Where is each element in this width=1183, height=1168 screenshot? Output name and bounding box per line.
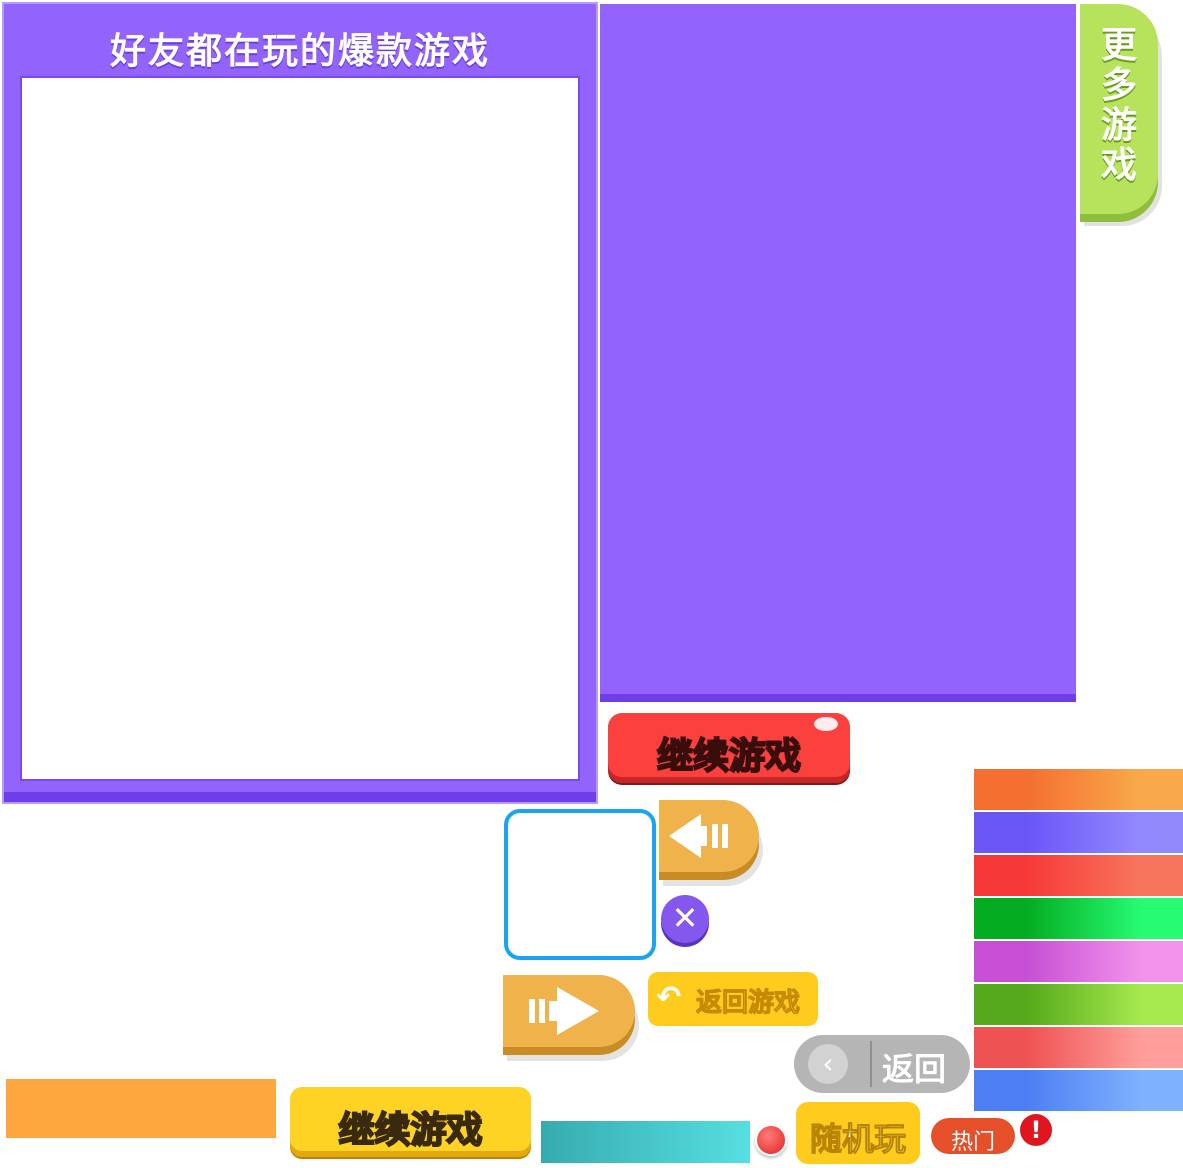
- gradient-strip: [974, 769, 1183, 810]
- button-gloss: [814, 717, 838, 731]
- gradient-strip: [974, 812, 1183, 853]
- hot-badge: 热门: [931, 1118, 1015, 1155]
- arrow-right-icon: [529, 987, 599, 1035]
- divider: [870, 1041, 872, 1087]
- return-to-game-button[interactable]: ↶ 返回游戏: [648, 972, 818, 1026]
- continue-game-label: 继续游戏: [337, 1109, 483, 1152]
- return-icon: ↶: [656, 980, 682, 1015]
- random-play-label: 随机玩: [809, 1120, 906, 1159]
- more-games-drawer: [600, 4, 1076, 702]
- hot-label: 热门: [950, 1130, 995, 1155]
- drawer-bottom-bar: [600, 694, 1076, 702]
- panel-bottom-bar: [4, 792, 596, 802]
- panel-title: 好友都在玩的爆款游戏: [109, 31, 490, 72]
- friends-games-panel: 好友都在玩的爆款游戏: [2, 2, 598, 804]
- friends-games-content-area[interactable]: [20, 76, 580, 781]
- gradient-strip: [974, 898, 1183, 939]
- orange-banner-block: [6, 1079, 276, 1138]
- more-games-char: 游: [1100, 105, 1137, 146]
- back-button[interactable]: ‹ 返回: [794, 1035, 970, 1093]
- selection-frame[interactable]: [504, 809, 656, 960]
- alert-icon: !: [1020, 1114, 1052, 1146]
- more-games-label: 更 多 游 戏: [1080, 26, 1158, 186]
- arrow-left-icon: [669, 814, 728, 858]
- gradient-strip: [974, 1070, 1183, 1111]
- continue-game-label: 继续游戏: [656, 735, 802, 778]
- alert-mark: !: [1030, 1116, 1042, 1144]
- teal-gradient-bar: [541, 1121, 750, 1163]
- collapse-arrow-button[interactable]: [659, 800, 759, 872]
- gradient-strip: [974, 855, 1183, 896]
- more-games-char: 更: [1100, 25, 1137, 66]
- gradient-strip: [974, 1027, 1183, 1068]
- back-label: 返回: [882, 1050, 947, 1088]
- chevron-left-icon: ‹: [808, 1044, 848, 1084]
- close-button[interactable]: ✕: [661, 895, 709, 943]
- return-to-game-label: 返回游戏: [695, 988, 801, 1019]
- continue-game-button-red[interactable]: 继续游戏: [608, 713, 850, 783]
- more-games-char: 戏: [1100, 145, 1137, 186]
- continue-game-button-yellow[interactable]: 继续游戏: [290, 1087, 531, 1157]
- more-games-tab[interactable]: 更 多 游 戏: [1080, 4, 1158, 214]
- expand-arrow-button[interactable]: [503, 975, 635, 1047]
- random-play-button[interactable]: 随机玩: [796, 1102, 920, 1164]
- close-icon: ✕: [671, 899, 699, 937]
- gradient-strip: [974, 941, 1183, 982]
- more-games-char: 多: [1100, 65, 1137, 106]
- gradient-strip: [974, 984, 1183, 1025]
- red-dot-indicator: [755, 1124, 787, 1156]
